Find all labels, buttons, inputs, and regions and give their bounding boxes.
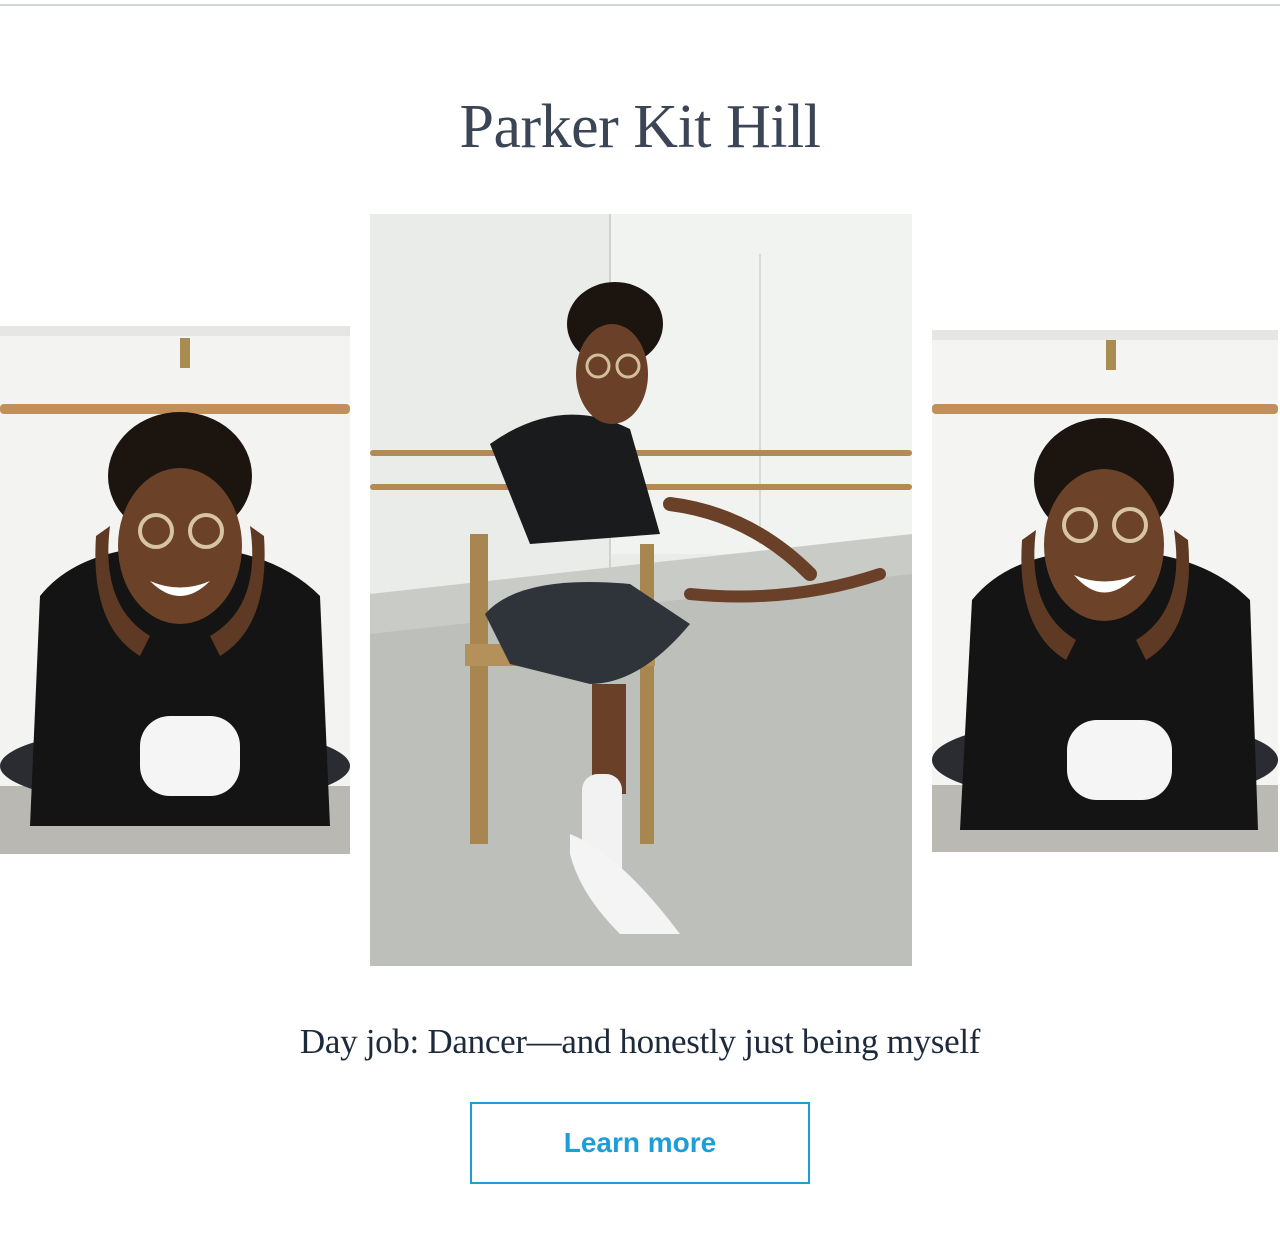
photo-smiling-left (0, 326, 350, 854)
learn-more-button[interactable]: Learn more (470, 1102, 810, 1184)
photo-laughing-right (932, 330, 1278, 852)
page-title: Parker Kit Hill (459, 93, 822, 161)
tagline: Day job: Dancer—and honestly just being … (299, 1022, 981, 1061)
top-divider (0, 4, 1280, 6)
photo-seated-center (370, 214, 912, 966)
